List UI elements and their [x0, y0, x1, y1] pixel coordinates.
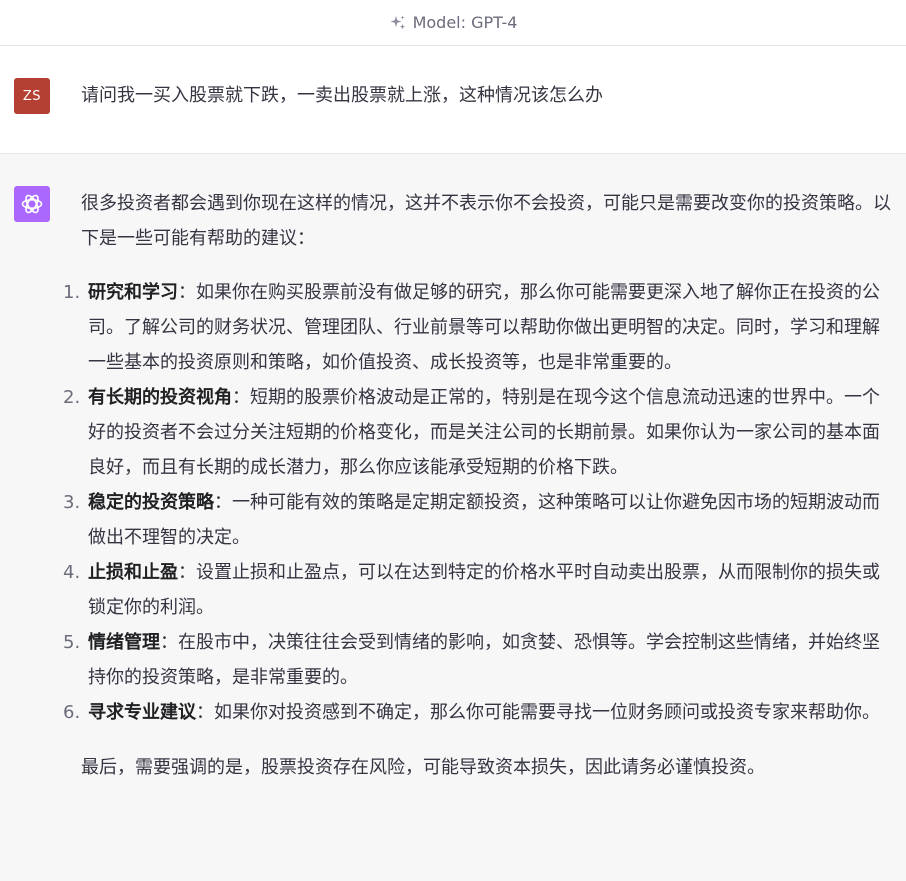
model-header: Model: GPT-4 — [0, 0, 906, 46]
list-item-text: ：如果你对投资感到不确定，那么你可能需要寻找一位财务顾问或投资专家来帮助你。 — [196, 702, 880, 723]
list-number: 4. — [63, 562, 81, 583]
list-item-text: ：设置止损和止盈点，可以在达到特定的价格水平时自动卖出股票，从而限制你的损失或锁… — [88, 562, 880, 618]
list-number: 5. — [63, 632, 81, 653]
list-item: 1. 研究和学习：如果你在购买股票前没有做足够的研究，那么你可能需要更深入地了解… — [63, 275, 891, 380]
list-number: 3. — [63, 492, 81, 513]
list-item-title: 寻求专业建议 — [88, 702, 196, 723]
list-item-title: 研究和学习 — [88, 282, 178, 303]
list-number: 1. — [63, 282, 81, 303]
list-number: 2. — [63, 387, 81, 408]
assistant-message: 很多投资者都会遇到你现在这样的情况，这并不表示你不会投资，可能只是需要改变你的投… — [0, 154, 906, 881]
list-item-title: 情绪管理 — [88, 632, 160, 653]
list-item: 5. 情绪管理：在股市中，决策往往会受到情绪的影响，如贪婪、恐惧等。学会控制这些… — [63, 625, 891, 695]
assistant-message-content: 很多投资者都会遇到你现在这样的情况，这并不表示你不会投资，可能只是需要改变你的投… — [63, 186, 891, 785]
list-item: 3. 稳定的投资策略：一种可能有效的策略是定期定额投资，这种策略可以让你避免因市… — [63, 485, 891, 555]
user-message: ZS 请问我一买入股票就下跌，一卖出股票就上涨，这种情况该怎么办 — [0, 46, 906, 154]
assistant-closing: 最后，需要强调的是，股票投资存在风险，可能导致资本损失，因此请务必谨慎投资。 — [81, 757, 765, 778]
assistant-intro: 很多投资者都会遇到你现在这样的情况，这并不表示你不会投资，可能只是需要改变你的投… — [81, 193, 891, 249]
openai-logo-icon — [14, 186, 50, 222]
user-avatar: ZS — [14, 78, 50, 114]
list-item: 2. 有长期的投资视角：短期的股票价格波动是正常的，特别是在现今这个信息流动迅速… — [63, 380, 891, 485]
user-message-text: 请问我一买入股票就下跌，一卖出股票就上涨，这种情况该怎么办 — [81, 85, 603, 106]
model-label[interactable]: Model: GPT-4 — [413, 13, 518, 32]
list-item-title: 有长期的投资视角 — [88, 387, 232, 408]
list-number: 6. — [63, 702, 81, 723]
sparkle-icon — [389, 14, 407, 32]
list-item: 4. 止损和止盈：设置止损和止盈点，可以在达到特定的价格水平时自动卖出股票，从而… — [63, 555, 891, 625]
list-item-title: 稳定的投资策略 — [88, 492, 214, 513]
list-item: 6. 寻求专业建议：如果你对投资感到不确定，那么你可能需要寻找一位财务顾问或投资… — [63, 695, 891, 730]
list-item-text: ：在股市中，决策往往会受到情绪的影响，如贪婪、恐惧等。学会控制这些情绪，并始终坚… — [88, 632, 880, 688]
list-item-text: ：如果你在购买股票前没有做足够的研究，那么你可能需要更深入地了解你正在投资的公司… — [88, 282, 880, 373]
list-item-title: 止损和止盈 — [88, 562, 178, 583]
advice-list: 1. 研究和学习：如果你在购买股票前没有做足够的研究，那么你可能需要更深入地了解… — [63, 275, 891, 730]
